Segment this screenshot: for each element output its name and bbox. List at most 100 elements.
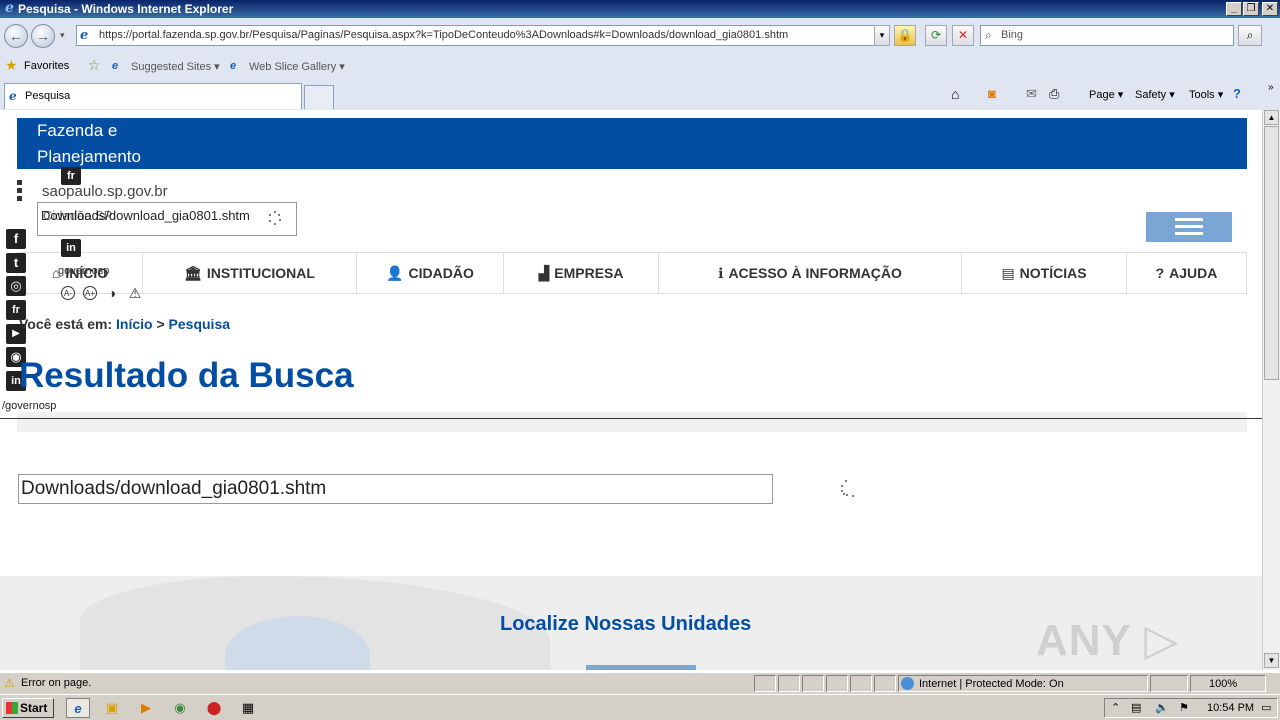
stop-icon[interactable]: ✕: [952, 25, 974, 46]
font-increase-icon[interactable]: A+: [83, 286, 97, 300]
mobile-menu-button[interactable]: [1146, 212, 1232, 242]
explorer-taskbar-icon[interactable]: ▣: [100, 698, 124, 718]
scroll-down-icon[interactable]: ▼: [1264, 653, 1279, 668]
nav-acesso-informacao[interactable]: ℹ ACESSO À INFORMAÇÃO: [659, 253, 962, 293]
warning-icon[interactable]: ⚠: [128, 286, 142, 300]
lock-icon[interactable]: 🔒: [894, 25, 916, 46]
chevron-more-icon[interactable]: »: [1268, 82, 1274, 93]
favorites-button[interactable]: Favorites: [24, 60, 69, 72]
main-navigation: ⌂ INÍCIO 🏛 INSTITUCIONAL 👤 CIDADÃO ▟ EMP…: [17, 252, 1247, 294]
app-taskbar-icon[interactable]: ▦: [236, 698, 260, 718]
mail-icon[interactable]: ✉: [1026, 86, 1037, 102]
error-warning-icon[interactable]: ⚠: [4, 676, 18, 690]
cidadao-overlay-text: Cidadão SP: [43, 208, 113, 223]
scroll-up-icon[interactable]: ▲: [1264, 110, 1279, 125]
forward-button[interactable]: →: [31, 24, 55, 48]
new-tab-button[interactable]: [304, 85, 334, 109]
opera-taskbar-icon[interactable]: ⬤: [202, 698, 226, 718]
web-slice-gallery-link[interactable]: Web Slice Gallery ▾: [249, 60, 345, 73]
add-favorite-icon[interactable]: ☆: [88, 57, 101, 74]
font-decrease-icon[interactable]: A-: [61, 286, 75, 300]
site-link[interactable]: saopaulo.sp.gov.br: [42, 183, 168, 200]
zoom-control[interactable]: 100%: [1190, 675, 1266, 692]
volume-icon[interactable]: 🔈: [1155, 701, 1169, 714]
close-window-button[interactable]: ✕: [1262, 2, 1278, 16]
tray-expand-icon[interactable]: ⌃: [1111, 701, 1120, 714]
suggested-sites-link[interactable]: Suggested Sites ▾: [131, 60, 220, 73]
ie-logo-icon: e: [5, 0, 14, 16]
instagram-icon[interactable]: ◎: [6, 276, 26, 296]
nav-empresa[interactable]: ▟ EMPRESA: [504, 253, 659, 293]
globe-icon: [901, 677, 914, 690]
nav-cidadao-label: CIDADÃO: [408, 265, 474, 281]
tools-menu[interactable]: Tools ▾: [1189, 88, 1223, 101]
nav-ajuda[interactable]: ? AJUDA: [1127, 253, 1246, 293]
chrome-taskbar-icon[interactable]: ◉: [168, 698, 192, 718]
scroll-thumb[interactable]: [1264, 126, 1279, 380]
address-dropdown-button[interactable]: ▾: [874, 25, 890, 46]
protected-mode-cell[interactable]: [1150, 675, 1188, 692]
tab-ie-icon: e: [9, 89, 17, 103]
grey-band: [17, 412, 1247, 432]
status-cell: [754, 675, 776, 692]
back-button[interactable]: ←: [4, 24, 28, 48]
institution-icon: 🏛: [184, 264, 202, 281]
nav-institucional[interactable]: 🏛 INSTITUCIONAL: [143, 253, 357, 293]
status-message[interactable]: Error on page.: [21, 677, 91, 689]
status-cell: [778, 675, 800, 692]
governosp-link[interactable]: /governosp: [2, 400, 56, 412]
nav-cidadao[interactable]: 👤 CIDADÃO: [357, 253, 504, 293]
zone-text: Internet | Protected Mode: On: [919, 678, 1064, 690]
breadcrumb-prefix: Você está em:: [19, 316, 113, 332]
page-scrollbar[interactable]: ▲ ▼: [1262, 110, 1280, 670]
nav-acesso-label: ACESSO À INFORMAÇÃO: [728, 265, 902, 281]
feeds-icon[interactable]: ◙: [988, 86, 996, 101]
help-icon[interactable]: ?: [1233, 86, 1241, 101]
refresh-icon[interactable]: ⟳: [925, 25, 947, 46]
print-icon[interactable]: ⎙: [1049, 86, 1059, 102]
tab-title: Pesquisa: [25, 90, 71, 102]
tab-pesquisa[interactable]: e Pesquisa: [4, 83, 302, 109]
header-title-line2: Planejamento: [37, 147, 141, 166]
page-title: Resultado da Busca: [19, 356, 354, 395]
status-cell: [802, 675, 824, 692]
flickr-top-icon[interactable]: fr: [61, 167, 81, 185]
safety-menu[interactable]: Safety ▾: [1135, 88, 1175, 101]
start-button[interactable]: Start: [2, 698, 54, 718]
window-title-bar: e Pesquisa - Windows Internet Explorer _…: [0, 0, 1280, 18]
nav-noticias[interactable]: ▤ NOTÍCIAS: [962, 253, 1127, 293]
flag-icon[interactable]: ⚑: [1179, 701, 1189, 714]
web-page: Fazenda e Planejamento saopaulo.sp.gov.b…: [0, 110, 1262, 670]
show-desktop-icon[interactable]: ▭: [1261, 701, 1271, 714]
page-menu[interactable]: Page ▾: [1089, 88, 1123, 101]
media-player-taskbar-icon[interactable]: ▶: [134, 698, 158, 718]
linkedin-top-icon[interactable]: in: [61, 239, 81, 257]
ie-taskbar-icon[interactable]: e: [66, 698, 90, 718]
address-bar[interactable]: e https://portal.fazenda.sp.gov.br/Pesqu…: [76, 25, 888, 46]
header-title-line1: Fazenda e: [37, 121, 118, 140]
network-icon[interactable]: ▤: [1131, 701, 1141, 714]
maximize-button[interactable]: ❐: [1243, 2, 1259, 16]
zoom-value: 100%: [1209, 678, 1238, 690]
search-input[interactable]: ⌕ Bing: [980, 25, 1234, 46]
left-menu-dots-icon[interactable]: [17, 180, 22, 204]
breadcrumb-separator: >: [156, 316, 165, 332]
breadcrumb-home-link[interactable]: Início: [116, 316, 153, 332]
security-zone[interactable]: Internet | Protected Mode: On: [898, 675, 1148, 692]
facebook-icon[interactable]: f: [6, 229, 26, 249]
twitter-icon[interactable]: t: [6, 253, 26, 273]
nav-empresa-label: EMPRESA: [554, 265, 624, 281]
question-icon: ?: [1155, 265, 1165, 281]
nav-institucional-label: INSTITUCIONAL: [206, 265, 315, 281]
header-search-box[interactable]: Downloads/download_gia0801.shtm Cidadão …: [37, 202, 297, 236]
status-cell: [850, 675, 872, 692]
clock[interactable]: 10:54 PM: [1207, 702, 1254, 714]
breadcrumb-current: Pesquisa: [168, 316, 231, 332]
result-search-input[interactable]: Downloads/download_gia0801.shtm: [18, 474, 773, 504]
loading-spinner-icon: [268, 211, 282, 225]
home-icon[interactable]: ⌂: [951, 86, 959, 102]
history-dropdown-icon[interactable]: ▾: [60, 30, 65, 41]
contrast-icon[interactable]: ◑: [105, 286, 119, 300]
search-button[interactable]: ⌕: [1238, 25, 1262, 46]
minimize-button[interactable]: _: [1226, 2, 1242, 16]
